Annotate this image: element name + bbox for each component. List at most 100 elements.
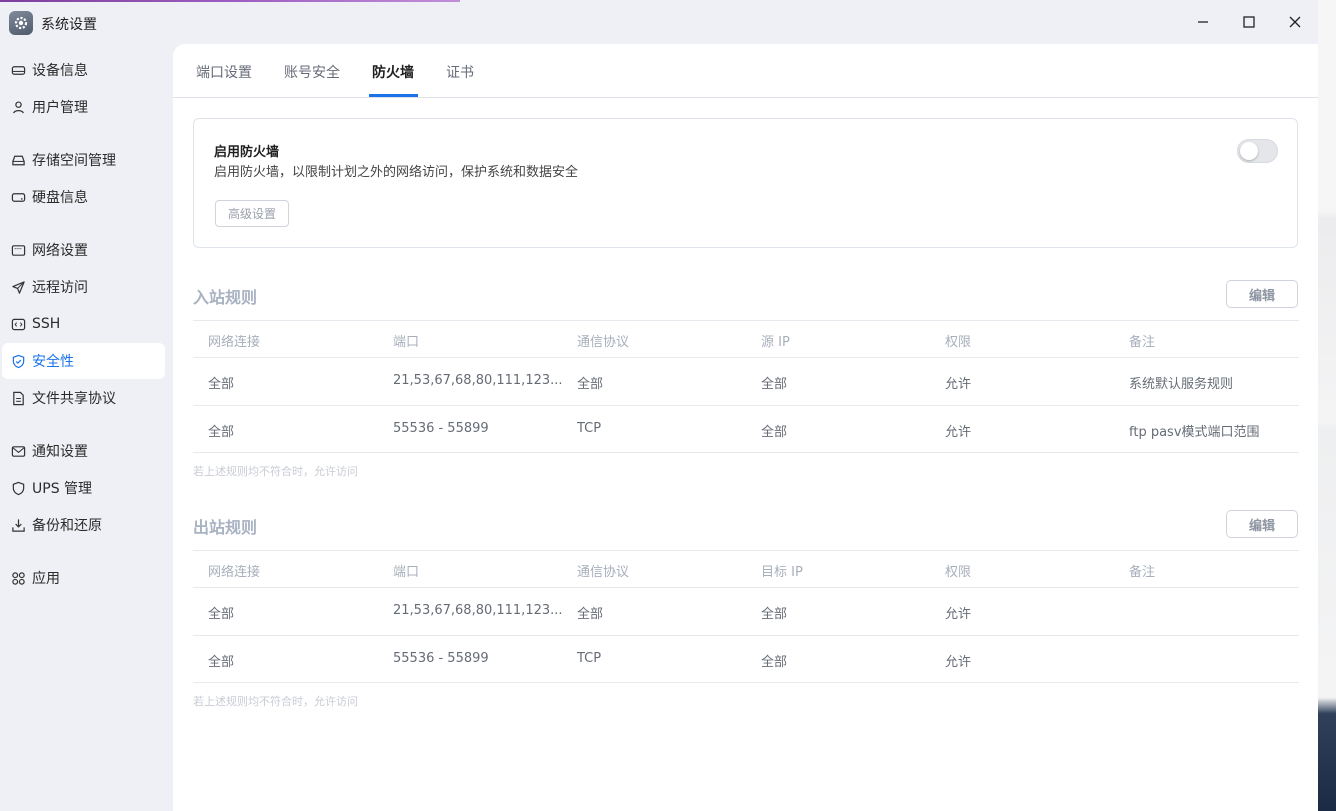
- table-cell: 全部: [577, 377, 604, 392]
- table-cell: 允许: [945, 425, 972, 440]
- inbound-rules-table: 网络连接 端口 通信协议 源 IP 权限 备注 全部 21,53,67,68,8…: [193, 320, 1299, 453]
- table-cell: 全部: [761, 377, 788, 392]
- table-cell: 全部: [761, 655, 788, 670]
- sidebar-item-file-sharing[interactable]: 文件共享协议: [2, 380, 165, 416]
- mail-icon: [10, 443, 26, 459]
- table-row: 全部 55536 - 55899 TCP 全部 允许 ftp pasv模式端口范…: [193, 405, 1299, 453]
- sidebar-item-label: 硬盘信息: [32, 190, 88, 206]
- send-icon: [10, 279, 26, 295]
- sidebar-item-storage[interactable]: 存储空间管理: [2, 142, 165, 178]
- file-icon: [10, 390, 26, 406]
- column-header: 端口: [393, 335, 420, 350]
- ssh-icon: [10, 316, 26, 332]
- sidebar-item-label: 用户管理: [32, 100, 88, 116]
- column-header: 网络连接: [208, 335, 261, 350]
- main-content: 端口设置 账号安全 防火墙 证书 启用防火墙 启用防火墙，以限制计划之外的网络访…: [173, 44, 1318, 811]
- settings-window: 系统设置 设备信息 用户管理 存储空间管理 硬盘信息 网络设置 远程访问 SSH…: [0, 0, 1318, 811]
- table-cell: TCP: [577, 651, 602, 666]
- sidebar-item-security[interactable]: 安全性: [2, 343, 165, 379]
- table-cell: 允许: [945, 607, 972, 622]
- column-header: 目标 IP: [761, 565, 803, 580]
- tab-bar: 端口设置 账号安全 防火墙 证书: [173, 44, 1318, 98]
- tab-port-settings[interactable]: 端口设置: [196, 62, 252, 82]
- table-cell: 55536 - 55899: [393, 421, 489, 436]
- sidebar-item-label: 通知设置: [32, 444, 88, 460]
- title-bar: 系统设置: [0, 0, 1318, 44]
- outbound-rules-title: 出站规则: [193, 518, 258, 537]
- tab-firewall[interactable]: 防火墙: [372, 62, 414, 82]
- table-row: 全部 21,53,67,68,80,111,123... 全部 全部 允许: [193, 587, 1299, 635]
- table-cell: 全部: [577, 607, 604, 622]
- sidebar-item-disk-info[interactable]: 硬盘信息: [2, 179, 165, 215]
- sidebar-item-label: SSH: [32, 316, 61, 332]
- window-title: 系统设置: [41, 17, 97, 33]
- table-cell: ftp pasv模式端口范围: [1129, 425, 1260, 440]
- column-header: 备注: [1129, 565, 1156, 580]
- sidebar-item-ssh[interactable]: SSH: [2, 306, 165, 342]
- network-icon: [10, 242, 26, 258]
- table-cell: 允许: [945, 377, 972, 392]
- maximize-button[interactable]: [1235, 8, 1263, 36]
- sidebar: 设备信息 用户管理 存储空间管理 硬盘信息 网络设置 远程访问 SSH 安全性: [0, 44, 173, 811]
- toggle-knob: [1240, 142, 1258, 160]
- device-icon: [10, 62, 26, 78]
- table-row: 全部 21,53,67,68,80,111,123... 全部 全部 允许 系统…: [193, 357, 1299, 405]
- tab-certificate[interactable]: 证书: [446, 62, 474, 82]
- table-cell: 21,53,67,68,80,111,123...: [393, 603, 563, 618]
- desktop-background: [1318, 0, 1336, 811]
- sidebar-item-notifications[interactable]: 通知设置: [2, 433, 165, 469]
- firewall-card: 启用防火墙 启用防火墙，以限制计划之外的网络访问，保护系统和数据安全 高级设置: [193, 118, 1298, 248]
- column-header: 备注: [1129, 335, 1156, 350]
- storage-icon: [10, 152, 26, 168]
- sidebar-item-apps[interactable]: 应用: [2, 560, 165, 596]
- sidebar-item-label: 应用: [32, 571, 60, 587]
- user-icon: [10, 99, 26, 115]
- firewall-title: 启用防火墙: [214, 145, 280, 160]
- table-cell: 全部: [208, 655, 235, 670]
- shield-icon: [10, 480, 26, 496]
- table-cell: 全部: [761, 607, 788, 622]
- minimize-button[interactable]: [1189, 8, 1217, 36]
- table-header: 网络连接 端口 通信协议 源 IP 权限 备注: [193, 320, 1299, 357]
- inbound-rules-title: 入站规则: [193, 288, 258, 307]
- sidebar-item-network[interactable]: 网络设置: [2, 232, 165, 268]
- firewall-description: 启用防火墙，以限制计划之外的网络访问，保护系统和数据安全: [214, 165, 579, 180]
- sidebar-item-user-management[interactable]: 用户管理: [2, 89, 165, 125]
- sidebar-item-backup[interactable]: 备份和还原: [2, 507, 165, 543]
- sidebar-item-ups[interactable]: UPS 管理: [2, 470, 165, 506]
- sidebar-item-label: 安全性: [32, 354, 74, 370]
- table-cell: 55536 - 55899: [393, 651, 489, 666]
- outbound-edit-button[interactable]: 编辑: [1226, 510, 1298, 538]
- firewall-toggle[interactable]: [1237, 139, 1278, 163]
- column-header: 权限: [945, 335, 972, 350]
- table-cell: 全部: [208, 607, 235, 622]
- gear-icon: [9, 11, 33, 35]
- disk-icon: [10, 189, 26, 205]
- inbound-edit-button[interactable]: 编辑: [1226, 280, 1298, 308]
- column-header: 通信协议: [577, 565, 630, 580]
- column-header: 源 IP: [761, 335, 790, 350]
- table-cell: 系统默认服务规则: [1129, 377, 1234, 392]
- outbound-rules-table: 网络连接 端口 通信协议 目标 IP 权限 备注 全部 21,53,67,68,…: [193, 550, 1299, 683]
- backup-icon: [10, 517, 26, 533]
- sidebar-item-device-info[interactable]: 设备信息: [2, 52, 165, 88]
- sidebar-item-label: 文件共享协议: [32, 391, 116, 407]
- table-cell: 21,53,67,68,80,111,123...: [393, 373, 563, 388]
- sidebar-item-label: 网络设置: [32, 243, 88, 259]
- sidebar-item-remote-access[interactable]: 远程访问: [2, 269, 165, 305]
- table-row: 全部 55536 - 55899 TCP 全部 允许: [193, 635, 1299, 683]
- column-header: 通信协议: [577, 335, 630, 350]
- column-header: 端口: [393, 565, 420, 580]
- table-cell: 全部: [208, 425, 235, 440]
- table-cell: 全部: [208, 377, 235, 392]
- active-tab-indicator: [369, 94, 418, 97]
- column-header: 网络连接: [208, 565, 261, 580]
- sidebar-item-label: 远程访问: [32, 280, 88, 296]
- tab-account-security[interactable]: 账号安全: [284, 62, 340, 82]
- sidebar-item-label: 存储空间管理: [32, 153, 116, 169]
- inbound-default-hint: 若上述规则均不符合时，允许访问: [193, 465, 358, 478]
- table-header: 网络连接 端口 通信协议 目标 IP 权限 备注: [193, 550, 1299, 587]
- advanced-settings-button[interactable]: 高级设置: [215, 200, 289, 227]
- sidebar-item-label: 备份和还原: [32, 518, 102, 534]
- close-button[interactable]: [1281, 8, 1309, 36]
